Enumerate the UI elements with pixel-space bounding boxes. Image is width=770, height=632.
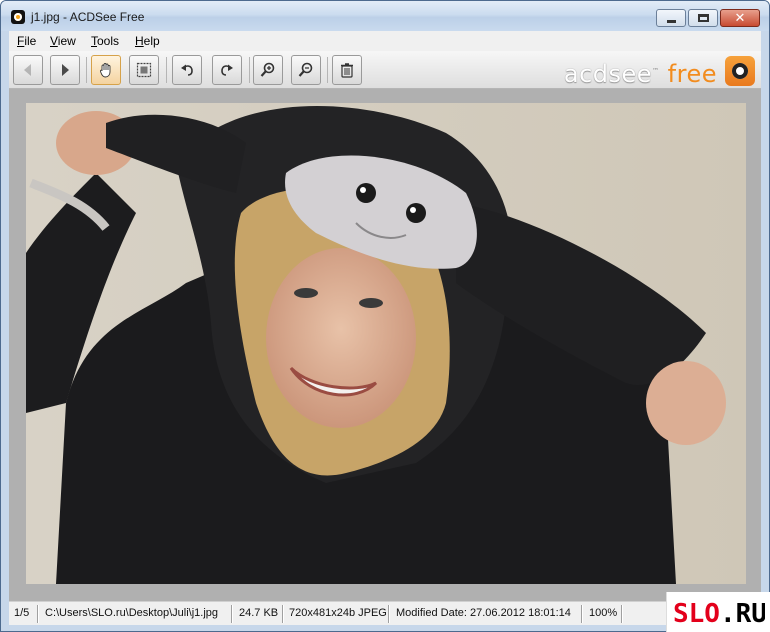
zoom-in-button[interactable] <box>253 55 283 85</box>
status-divider <box>282 605 284 623</box>
logo-wordmark: acdsee™ free <box>564 57 717 88</box>
close-button[interactable]: ✕ <box>720 9 760 27</box>
rotate-left-icon <box>181 64 193 76</box>
menu-file[interactable]: File <box>17 34 36 48</box>
status-divider <box>581 605 583 623</box>
status-image-index: 1/5 <box>14 607 30 619</box>
slo-ru-logo-icon: SLO .RU <box>673 598 765 626</box>
zoom-out-icon <box>298 62 313 77</box>
title-bar[interactable]: j1.jpg - ACDSee Free ✕ <box>1 1 769 31</box>
logo-free: free <box>667 60 717 88</box>
status-bar: 1/5 C:\Users\SLO.ru\Desktop\Juli\j1.jpg … <box>9 601 761 625</box>
hand-tool-button[interactable] <box>91 55 121 85</box>
minimize-button[interactable] <box>656 9 686 27</box>
rotate-right-icon <box>221 64 233 76</box>
delete-button[interactable] <box>332 55 362 85</box>
status-file-size: 24.7 KB <box>239 607 279 619</box>
acdsee-app-icon[interactable] <box>11 10 25 24</box>
maximize-button[interactable] <box>688 9 718 27</box>
app-window: j1.jpg - ACDSee Free ✕ File View Tools H… <box>0 0 770 632</box>
status-dimensions: 720x481x24b JPEG <box>289 607 387 619</box>
menu-help-rest: elp <box>143 34 160 48</box>
toolbar-separator <box>166 57 167 83</box>
status-divider <box>621 605 623 623</box>
menu-tools[interactable]: Tools <box>91 34 119 48</box>
zoom-in-icon <box>260 62 275 77</box>
previous-button[interactable] <box>13 55 43 85</box>
arrow-left-icon <box>24 64 31 76</box>
next-button[interactable] <box>50 55 80 85</box>
image-viewer[interactable] <box>9 89 761 601</box>
status-divider <box>37 605 39 623</box>
fit-frame-icon <box>136 62 152 78</box>
slo-ru-watermark: SLO .RU <box>666 592 770 632</box>
menu-bar: File View Tools Help <box>9 31 761 51</box>
menu-view-rest: iew <box>57 34 76 48</box>
svg-text:.RU: .RU <box>720 599 765 626</box>
arrow-right-icon <box>62 64 69 76</box>
menu-tools-rest: ools <box>97 34 120 48</box>
hand-icon <box>100 63 111 78</box>
window-title: j1.jpg - ACDSee Free <box>31 10 145 24</box>
status-file-path: C:\Users\SLO.ru\Desktop\Juli\j1.jpg <box>45 607 219 619</box>
logo-tm: ™ <box>652 67 660 75</box>
window-controls: ✕ <box>654 9 760 27</box>
toolbar-separator <box>86 57 87 83</box>
menu-file-rest: ile <box>24 34 37 48</box>
rotate-right-button[interactable] <box>212 55 242 85</box>
status-divider <box>231 605 233 623</box>
camera-icon <box>725 56 755 86</box>
fit-to-window-button[interactable] <box>129 55 159 85</box>
menu-view-key: V <box>50 34 58 48</box>
photo-canvas[interactable] <box>26 103 746 584</box>
toolbar-separator <box>249 57 250 83</box>
photo-icon <box>26 103 746 584</box>
trash-icon <box>341 63 353 78</box>
svg-text:SLO: SLO <box>673 599 720 626</box>
logo-acdsee: acdsee <box>563 60 653 88</box>
status-zoom: 100% <box>589 607 618 619</box>
maximize-icon <box>698 14 709 22</box>
menu-help[interactable]: Help <box>135 34 160 48</box>
close-icon: ✕ <box>734 10 746 25</box>
menu-view[interactable]: View <box>50 34 76 48</box>
status-divider <box>388 605 390 623</box>
rotate-left-button[interactable] <box>172 55 202 85</box>
zoom-out-button[interactable] <box>291 55 321 85</box>
minimize-icon <box>667 20 676 23</box>
toolbar: acdsee™ free <box>9 51 761 89</box>
status-modified-date: Modified Date: 27.06.2012 18:01:14 <box>396 607 571 619</box>
menu-help-key: H <box>135 34 144 48</box>
toolbar-separator <box>327 57 328 83</box>
